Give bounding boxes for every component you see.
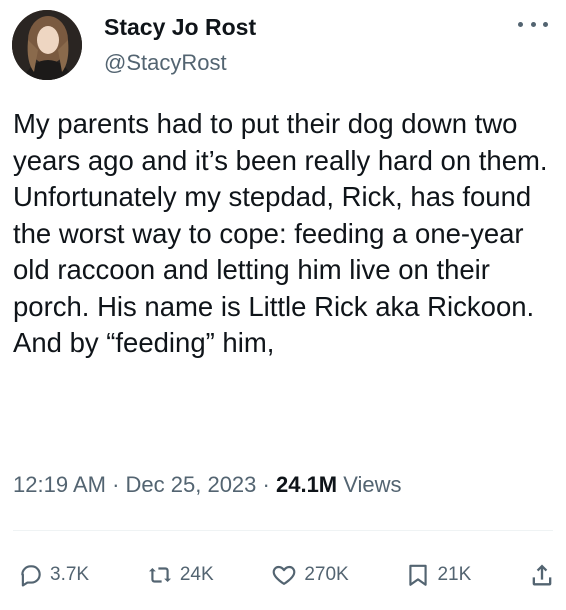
reply-button[interactable]: 3.7K: [18, 562, 89, 588]
reply-count: 3.7K: [50, 564, 90, 585]
views-label: Views: [343, 472, 402, 497]
avatar-photo: [12, 10, 82, 80]
action-bar: 3.7K 24K 270K 21K: [18, 556, 556, 594]
meta-separator: ·: [262, 472, 270, 497]
more-icon[interactable]: [518, 14, 548, 34]
more-dot: [518, 21, 523, 27]
tweet-card: Stacy Jo Rost @StacyRost My parents had …: [0, 0, 566, 610]
bookmark-icon: [409, 564, 428, 586]
more-dot: [530, 21, 536, 27]
meta-separator: ·: [112, 472, 120, 497]
share-icon: [532, 564, 552, 586]
bookmark-button[interactable]: 21K: [405, 561, 471, 589]
author-display-name[interactable]: Stacy Jo Rost: [104, 14, 256, 41]
reply-icon: [21, 565, 41, 587]
more-dot: [543, 21, 548, 27]
like-button[interactable]: 270K: [270, 562, 349, 588]
like-icon: [273, 565, 296, 585]
tweet-date[interactable]: Dec 25, 2023: [126, 472, 257, 497]
like-count: 270K: [304, 564, 349, 585]
avatar[interactable]: [12, 10, 82, 80]
tweet-meta: 12:19 AM · Dec 25, 2023 · 24.1M Views: [13, 472, 402, 498]
views-count: 24.1M: [275, 472, 338, 497]
repost-count: 24K: [179, 564, 214, 585]
tweet-text: My parents had to put their dog down two…: [13, 108, 548, 358]
divider: [13, 530, 553, 531]
tweet-time[interactable]: 12:19 AM: [13, 472, 106, 497]
author-handle[interactable]: @StacyRost: [104, 50, 227, 76]
repost-icon: [148, 567, 171, 583]
bookmark-count: 21K: [437, 564, 472, 585]
repost-button[interactable]: 24K: [146, 562, 214, 588]
share-button[interactable]: [528, 561, 556, 589]
